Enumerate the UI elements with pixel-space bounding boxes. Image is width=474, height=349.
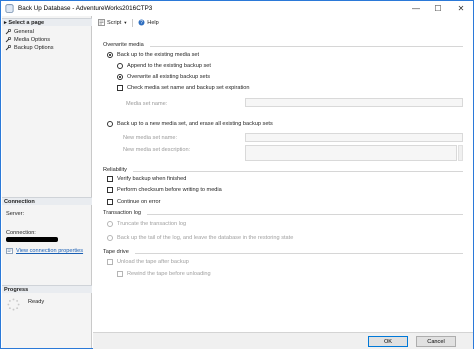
transaction-log-title: Transaction log [103,210,142,216]
tape-drive-title: Tape drive [103,249,129,255]
divider [150,46,463,47]
checkbox[interactable] [107,176,113,182]
toolbar: Script ▼ ? Help [93,16,473,29]
checkbox-rewind-tape[interactable]: Rewind the tape before unloading [117,270,211,278]
reliability-title: Reliability [103,167,127,173]
divider [147,214,463,215]
checkbox-checksum[interactable]: Perform checksum before writing to media [107,186,222,194]
progress-spinner-icon [7,298,20,311]
radio-overwrite-all[interactable]: Overwrite all existing backup sets [117,73,210,81]
view-connection-properties-link[interactable]: View connection properties [6,248,83,254]
window-title: Back Up Database - AdventureWorks2016CTP… [18,5,153,12]
radio-button[interactable] [107,121,113,127]
radio-truncate-log[interactable]: Truncate the transaction log [107,220,186,228]
page-item-label: Media Options [14,37,51,43]
overwrite-media-title: Overwrite media [103,42,144,48]
checkbox-continue-on-error[interactable]: Continue on error [107,198,161,206]
progress-status: Ready [28,299,45,305]
connection-header: Connection [2,197,92,205]
checkbox[interactable] [117,85,123,91]
main-pane: Script ▼ ? Help Overwrite media Back up … [93,16,473,332]
media-set-name-input[interactable] [245,98,463,107]
close-button[interactable]: ✕ [449,1,473,16]
divider [133,171,463,172]
server-label: Server: [6,211,25,217]
minimize-button[interactable]: — [405,1,427,16]
radio-button[interactable] [107,221,113,227]
progress-header: Progress [2,285,92,293]
chevron-down-icon: ▼ [123,20,128,25]
wrench-icon [5,37,11,43]
title-bar: Back Up Database - AdventureWorks2016CTP… [1,1,473,16]
left-pane: ▸ Select a page General Media Options Ba… [2,16,92,348]
wrench-icon [5,29,11,35]
checkbox[interactable] [107,187,113,193]
wrench-icon [5,45,11,51]
checkbox-check-name[interactable]: Check media set name and backup set expi… [117,84,250,92]
checkbox[interactable] [107,259,113,265]
new-media-set-description-label: New media set description: [123,147,191,153]
select-page-header: ▸ Select a page [2,18,92,26]
new-media-set-name-label: New media set name: [123,135,178,141]
new-media-set-description-input[interactable] [245,145,457,161]
new-media-set-name-input[interactable] [245,133,463,142]
toolbar-separator [132,18,134,27]
radio-new-media-set[interactable]: Back up to a new media set, and erase al… [107,120,273,128]
radio-button[interactable] [117,63,123,69]
radio-backup-tail[interactable]: Back up the tail of the log, and leave t… [107,234,293,242]
script-button[interactable]: Script ▼ [98,19,127,26]
page-item-general[interactable]: General [5,28,34,36]
button-bar: OK Cancel [93,332,473,349]
checkbox-unload-tape[interactable]: Unload the tape after backup [107,258,189,266]
checkbox-verify-backup[interactable]: Verify backup when finished [107,175,186,183]
script-icon [98,19,105,26]
radio-append[interactable]: Append to the existing backup set [117,62,211,70]
radio-button[interactable] [117,74,123,80]
help-button[interactable]: ? Help [138,19,159,26]
radio-existing-media-set[interactable]: Back up to the existing media set [107,51,199,59]
checkbox[interactable] [117,271,123,277]
database-icon [5,4,14,13]
page-item-label: General [14,29,34,35]
divider [135,253,463,254]
radio-button[interactable] [107,235,113,241]
redacted-connection [6,237,58,242]
svg-text:?: ? [140,20,143,26]
page-item-backup-options[interactable]: Backup Options [5,44,54,52]
radio-button[interactable] [107,52,113,58]
maximize-button[interactable]: ☐ [427,1,449,16]
help-icon: ? [138,19,145,26]
backup-dialog: Back Up Database - AdventureWorks2016CTP… [0,0,474,349]
cancel-button[interactable]: Cancel [416,336,456,347]
connection-properties-icon [6,248,13,254]
connection-label: Connection: [6,230,36,236]
checkbox[interactable] [107,199,113,205]
page-item-media-options[interactable]: Media Options [5,36,50,44]
page-item-label: Backup Options [14,45,54,51]
media-set-name-label: Media set name: [126,101,168,107]
ok-button[interactable]: OK [368,336,408,347]
description-scrollbar[interactable] [458,145,463,161]
